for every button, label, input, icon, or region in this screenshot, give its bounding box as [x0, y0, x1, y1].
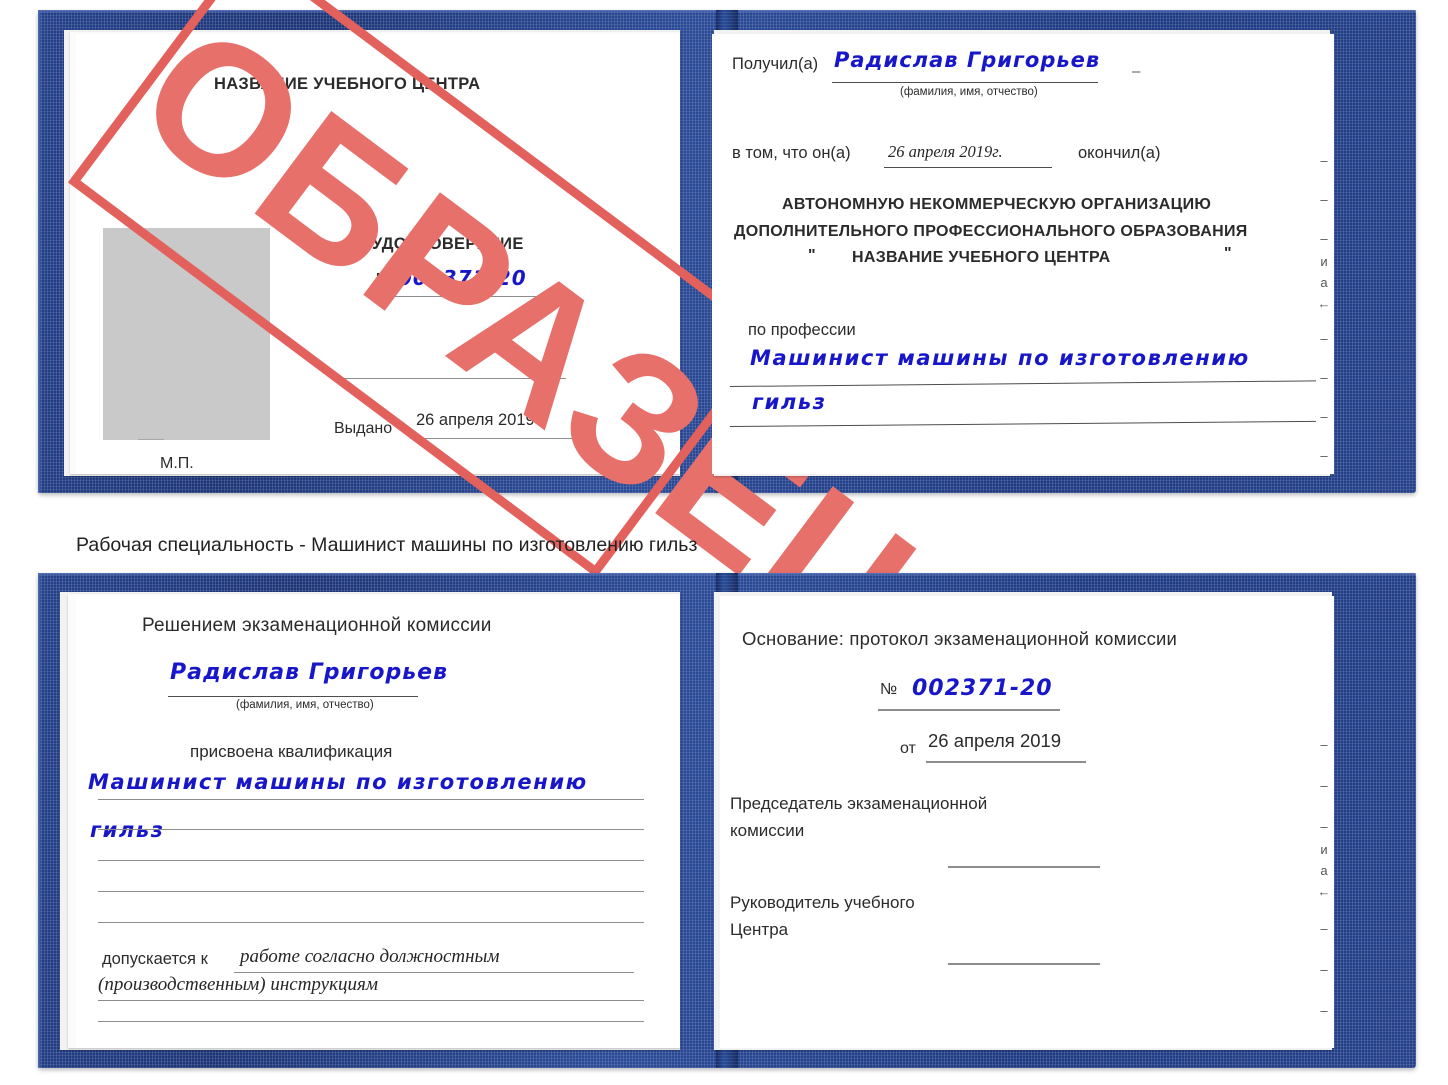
certificate-title: УДОСТОВЕРЕНИЕ: [372, 235, 524, 253]
seal-label: М.П.: [160, 455, 194, 472]
certificate-number-rule: [376, 296, 572, 297]
qualification-value-line-2: гильз: [90, 818, 165, 842]
commission-heading: Решением экзаменационной комиссии: [142, 615, 492, 636]
fio-hint-top: (фамилия, имя, отчество): [900, 86, 1038, 98]
admitted-value-line-1: работе согласно должностным: [240, 946, 500, 967]
training-center-name-top: НАЗВАНИЕ УЧЕБНОГО ЦЕНТРА: [214, 75, 481, 93]
issued-label: Выдано: [334, 420, 393, 437]
edge-mark-8: –: [1320, 409, 1328, 424]
protocol-number-rule: [878, 709, 1060, 711]
head-title-line-1: Руководитель учебного: [730, 893, 915, 912]
profession-value-line-1: Машинист машины по изготовлению: [750, 346, 1250, 370]
issued-rule: [410, 438, 576, 439]
cert-bottom-right-page: Основание: протокол экзаменационной коми…: [720, 596, 1334, 1048]
cert-top-left-page: НАЗВАНИЕ УЧЕБНОГО ЦЕНТРА УДОСТОВЕРЕНИЕ №…: [76, 34, 680, 474]
chair-signature-rule: [948, 866, 1100, 868]
issued-value: 26 апреля 2019: [416, 411, 535, 429]
page-edge-marks-top: – – – и а ← – – – –: [1312, 154, 1334, 462]
org-quote-close: ": [1224, 245, 1232, 262]
certificate-number-value: 002371-20: [398, 266, 527, 290]
edge-mark-3: и: [1320, 254, 1328, 269]
edge-mark-5: ←: [1317, 296, 1331, 311]
admitted-rule-3: [98, 1021, 644, 1022]
chair-title-line-2: комиссии: [730, 821, 805, 840]
protocol-from-value: 26 апреля 2019: [928, 730, 1062, 751]
qual-rule-4: [98, 891, 644, 892]
cover-left-highlight-2: [38, 573, 42, 1068]
qualification-label: присвоена квалификация: [190, 742, 393, 761]
org-line-1: АВТОНОМНУЮ НЕКОММЕРЧЕСКУЮ ОРГАНИЗАЦИЮ: [782, 196, 1212, 213]
certificate-number-label: №: [376, 271, 393, 287]
profession-value-line-2: гильз: [752, 390, 827, 414]
edge-mark-b0: –: [1320, 737, 1328, 752]
admitted-rule-2: [98, 1000, 644, 1001]
photo-bottom-mark: [138, 439, 164, 440]
page-caption: Рабочая специальность - Машинист машины …: [76, 534, 698, 556]
cover-left-highlight: [38, 10, 42, 493]
head-signature-rule: [948, 963, 1100, 965]
protocol-from-label: от: [900, 740, 916, 757]
edge-mark-2: –: [1320, 231, 1328, 246]
org-line-3: НАЗВАНИЕ УЧЕБНОГО ЦЕНТРА: [852, 249, 1111, 266]
edge-mark-b8: –: [1320, 1003, 1328, 1018]
edge-mark-b1: –: [1320, 778, 1328, 793]
in-that-label: в том, что он(а): [732, 144, 851, 162]
qual-rule-1: [98, 799, 644, 800]
org-line-2: ДОПОЛНИТЕЛЬНОГО ПРОФЕССИОНАЛЬНОГО ОБРАЗО…: [734, 223, 1248, 240]
received-label: Получил(а): [732, 55, 819, 73]
edge-mark-1: –: [1320, 192, 1328, 207]
basis-label: Основание: протокол экзаменационной коми…: [742, 628, 1178, 649]
qual-rule-5: [98, 922, 644, 923]
admitted-label: допускается к: [102, 950, 208, 968]
protocol-number-value: 002371-20: [912, 676, 1053, 701]
edge-mark-b9: –: [1312, 1045, 1334, 1048]
edge-mark-7: –: [1320, 370, 1328, 385]
protocol-number-label: №: [880, 681, 898, 698]
chair-title-line-1: Председатель экзаменационной: [730, 794, 988, 813]
edge-mark-9: –: [1320, 448, 1328, 463]
edge-mark-b7: –: [1320, 962, 1328, 977]
edge-mark-b6: –: [1320, 921, 1328, 936]
profession-rule-2: [729, 420, 1316, 427]
finished-label: окончил(а): [1078, 144, 1161, 162]
qual-rule-2: [98, 829, 644, 830]
graduate-name-value: Радислав Григорьев: [170, 660, 449, 685]
admitted-rule-1: [234, 972, 634, 973]
completed-date: 26 апреля 2019г.: [888, 142, 1003, 161]
graduate-name-rule: [168, 696, 418, 697]
edge-mark-b5: ←: [1317, 884, 1331, 899]
edge-mark-0: –: [1320, 153, 1328, 168]
cert-bottom-left-page: Решением экзаменационной комиссии Радисл…: [76, 596, 680, 1048]
cert-top-right-page: Получил(а) Радислав Григорьев (фамилия, …: [712, 34, 1334, 474]
head-title-line-2: Центра: [730, 920, 789, 939]
received-dash: –: [1132, 63, 1141, 80]
org-quote-open: ": [808, 247, 816, 264]
qualification-value-line-1: Машинист машины по изготовлению: [88, 770, 588, 794]
edge-mark-6: –: [1320, 331, 1328, 346]
qual-rule-3: [98, 860, 644, 861]
photo-placeholder: [103, 228, 270, 440]
edge-mark-b2: –: [1320, 819, 1328, 834]
completed-date-rule: [884, 167, 1052, 168]
admitted-value-line-2: (производственным) инструкциям: [98, 974, 378, 995]
profession-label: по профессии: [748, 321, 856, 339]
edge-mark-b3: и: [1320, 842, 1328, 857]
protocol-from-rule: [926, 761, 1086, 763]
fio-hint-bottom: (фамилия, имя, отчество): [236, 699, 374, 711]
page-edge-marks-bottom: – – – и а ← – – – –: [1312, 738, 1334, 1048]
edge-mark-b4: а: [1320, 863, 1328, 878]
profession-rule-1: [729, 380, 1316, 387]
received-rule: [832, 82, 1098, 83]
edge-mark-4: а: [1320, 275, 1328, 290]
blank-rule-1: [338, 378, 566, 379]
received-value: Радислав Григорьев: [834, 48, 1101, 72]
